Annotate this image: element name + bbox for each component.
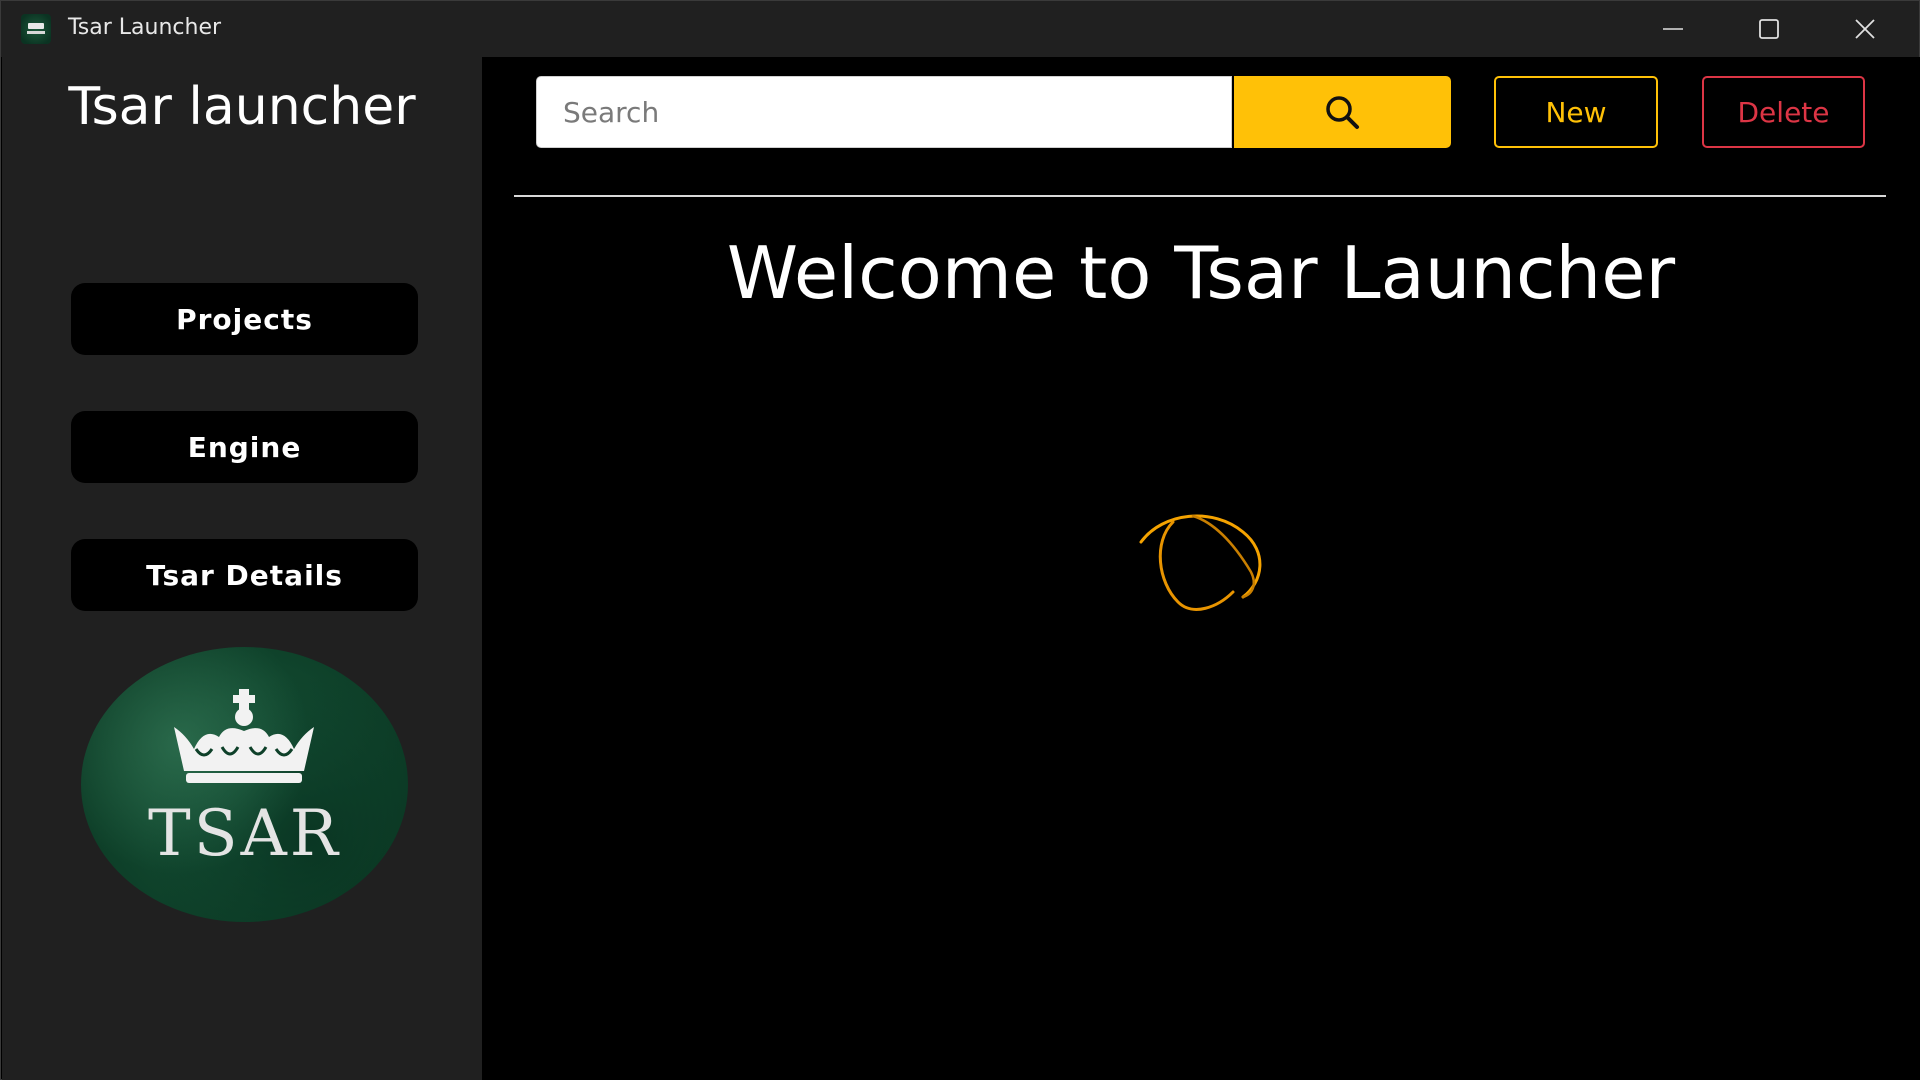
maximize-icon — [1759, 19, 1779, 39]
minimize-button[interactable] — [1625, 1, 1721, 57]
app-window: Tsar Launcher Tsar launcher Projects Eng… — [0, 0, 1920, 1080]
new-button[interactable]: New — [1494, 76, 1658, 148]
main-panel: New Delete Welcome to Tsar Launcher — [482, 57, 1920, 1080]
tsar-logo: TSAR — [81, 647, 408, 922]
delete-button[interactable]: Delete — [1702, 76, 1865, 148]
crown-icon — [174, 689, 314, 783]
sidebar: Tsar launcher Projects Engine Tsar Detai… — [2, 57, 482, 1080]
window-title: Tsar Launcher — [68, 15, 222, 40]
search-button[interactable] — [1234, 76, 1451, 148]
engine-button[interactable]: Engine — [71, 411, 418, 483]
tsar-details-button[interactable]: Tsar Details — [71, 539, 418, 611]
brand-title: Tsar launcher — [68, 77, 416, 137]
close-icon — [1855, 19, 1875, 39]
tsar-app-icon — [21, 14, 51, 44]
close-button[interactable] — [1817, 1, 1913, 57]
header-divider — [514, 195, 1886, 197]
search-icon — [1326, 96, 1359, 129]
projects-button[interactable]: Projects — [71, 283, 418, 355]
loading-spinner-icon — [1139, 514, 1262, 611]
welcome-heading: Welcome to Tsar Launcher — [726, 231, 1676, 315]
maximize-button[interactable] — [1721, 1, 1817, 57]
logo-text: TSAR — [148, 797, 341, 871]
minimize-icon — [1663, 28, 1683, 30]
search-input[interactable] — [536, 76, 1232, 148]
title-bar[interactable]: Tsar Launcher — [1, 1, 1919, 57]
